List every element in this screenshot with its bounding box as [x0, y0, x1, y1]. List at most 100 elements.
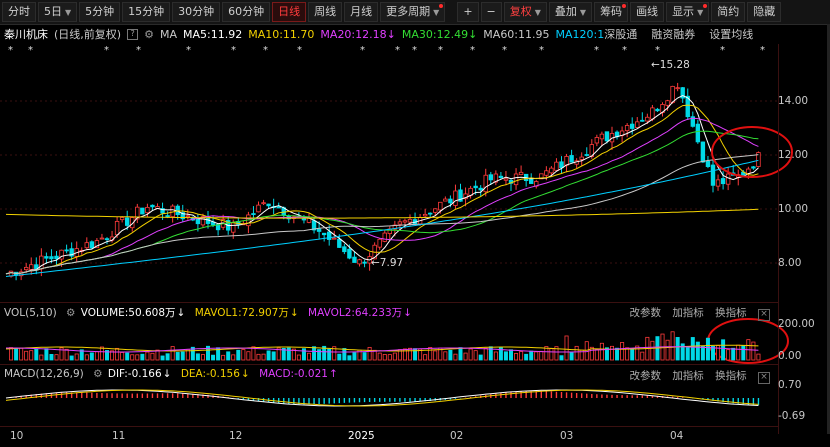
event-star-icon: *: [28, 45, 33, 56]
period-tab-3[interactable]: 15分钟: [122, 2, 171, 22]
down-arrow-icon: ↓: [403, 307, 412, 319]
period-toolbar: 分时 5日 ▼ 5分钟 15分钟 30分钟 60分钟 日线 周线 月线 更多周期 ▼ + − 复权 ▼ 叠加 ▼ 筹…: [0, 0, 830, 25]
candle-body: [347, 248, 352, 259]
tool-button-4[interactable]: 筹码: [594, 2, 629, 22]
period-tab-1[interactable]: 5日 ▼: [38, 2, 78, 22]
edit-params-button[interactable]: 改参数: [629, 370, 661, 382]
volume-bar: [332, 346, 337, 361]
candle-body: [372, 244, 377, 260]
ma10-value: MA10:11.70: [248, 27, 315, 41]
volume-bar: [524, 353, 529, 361]
price-tick: 8.00: [778, 257, 802, 269]
candle-body: [296, 215, 302, 218]
candle-body: [624, 125, 630, 132]
switch-indicator-button[interactable]: 换指标: [715, 370, 747, 382]
ma20-arrow-icon: ↓: [386, 27, 396, 41]
volume-bar: [337, 353, 342, 361]
volume-bar: [645, 336, 650, 361]
tool-button-6[interactable]: 显示 ▼: [666, 2, 710, 22]
stock-name[interactable]: 秦川机床: [4, 26, 48, 42]
volume-bar: [54, 354, 59, 361]
macd-indicator-name[interactable]: MACD(12,26,9): [4, 368, 84, 380]
candle-body: [412, 219, 418, 225]
link-hsgt[interactable]: 深股通: [604, 26, 637, 42]
candle-body: [377, 238, 382, 248]
event-star-icon: *: [594, 45, 599, 56]
gear-icon[interactable]: ⚙: [66, 307, 75, 319]
vol-indicator-name[interactable]: VOL(5,10): [4, 307, 57, 319]
candle-body: [680, 87, 685, 99]
tool-button-3[interactable]: 叠加 ▼: [548, 2, 593, 22]
volume-bar: [241, 349, 246, 361]
candle-body: [448, 198, 453, 204]
period-tab-7[interactable]: 周线: [308, 2, 343, 22]
period-tab-7-label: 周线: [314, 5, 337, 18]
event-star-icon: *: [395, 45, 400, 56]
candle-body: [438, 201, 443, 211]
volume-bar: [453, 353, 458, 361]
gear-icon[interactable]: ⚙: [93, 368, 102, 380]
date-tick: 12: [229, 430, 243, 442]
tool-button-2[interactable]: 复权 ▼: [503, 2, 547, 22]
candle-body: [337, 238, 342, 248]
volume-bar: [246, 351, 251, 361]
close-icon[interactable]: ×: [758, 372, 770, 384]
candle-body: [175, 205, 180, 216]
candle-body: [64, 249, 69, 252]
tool-button-1[interactable]: −: [480, 2, 502, 22]
candle-body: [150, 204, 155, 208]
candle-body: [695, 123, 701, 143]
volume-bar: [539, 350, 544, 361]
tool-button-2-label: 复权: [509, 5, 532, 18]
period-tab-2[interactable]: 5分钟: [79, 2, 121, 22]
volume-bar: [145, 351, 150, 361]
link-margin[interactable]: 融资融券: [651, 26, 695, 42]
volume-bar: [655, 336, 660, 361]
volume-bar: [94, 351, 99, 361]
volume-tick: 200.00: [778, 318, 815, 330]
volume-bar: [478, 354, 483, 361]
candle-body: [554, 161, 559, 171]
ma-info-bar: 秦川机床 (日线,前复权) ? ⚙ MA MA5:11.92 MA10:11.7…: [0, 25, 830, 43]
gear-icon[interactable]: ⚙: [144, 28, 154, 41]
volume-bar: [630, 348, 635, 361]
settings-icon[interactable]: ?: [127, 28, 139, 40]
volume-bar: [105, 350, 110, 361]
period-tab-8[interactable]: 月线: [344, 2, 379, 22]
candle-body: [609, 133, 615, 143]
volume-bar: [589, 346, 594, 361]
add-indicator-button[interactable]: 加指标: [672, 307, 704, 319]
add-indicator-button[interactable]: 加指标: [672, 370, 704, 382]
period-tab-6[interactable]: 日线: [272, 2, 307, 22]
tool-button-5[interactable]: 画线: [630, 2, 665, 22]
candle-body: [140, 207, 145, 215]
tool-button-8[interactable]: 隐藏: [747, 2, 782, 22]
link-ma-settings[interactable]: 设置均线: [709, 26, 753, 42]
tool-button-0[interactable]: +: [457, 2, 479, 22]
volume-bar: [468, 348, 473, 361]
switch-indicator-button[interactable]: 换指标: [715, 307, 747, 319]
candle-body: [594, 137, 600, 144]
tool-button-7[interactable]: 简约: [711, 2, 746, 22]
close-icon[interactable]: ×: [758, 309, 770, 321]
macd-panel-buttons: 改参数 加指标 换指标 ×: [621, 368, 770, 384]
candle-body: [635, 121, 640, 128]
period-tab-0[interactable]: 分时: [2, 2, 36, 22]
volume-bar: [296, 354, 301, 361]
volume-bar: [327, 348, 332, 361]
edit-params-button[interactable]: 改参数: [629, 307, 661, 319]
mavol2-line: [6, 346, 759, 353]
volume-bar: [428, 347, 433, 361]
period-tab-4[interactable]: 30分钟: [172, 2, 221, 22]
candle-body: [291, 216, 297, 219]
volume-bar: [165, 353, 170, 361]
volume-bar: [291, 348, 296, 361]
period-tab-5[interactable]: 60分钟: [222, 2, 271, 22]
event-star-icon: *: [360, 45, 365, 56]
volume-bar: [195, 353, 200, 361]
dif-value: DIF:-0.166: [107, 368, 162, 380]
volume-bar: [473, 350, 478, 361]
period-tab-9[interactable]: 更多周期 ▼: [380, 2, 446, 22]
event-star-icon: *: [8, 45, 13, 56]
candle-body: [614, 131, 620, 138]
